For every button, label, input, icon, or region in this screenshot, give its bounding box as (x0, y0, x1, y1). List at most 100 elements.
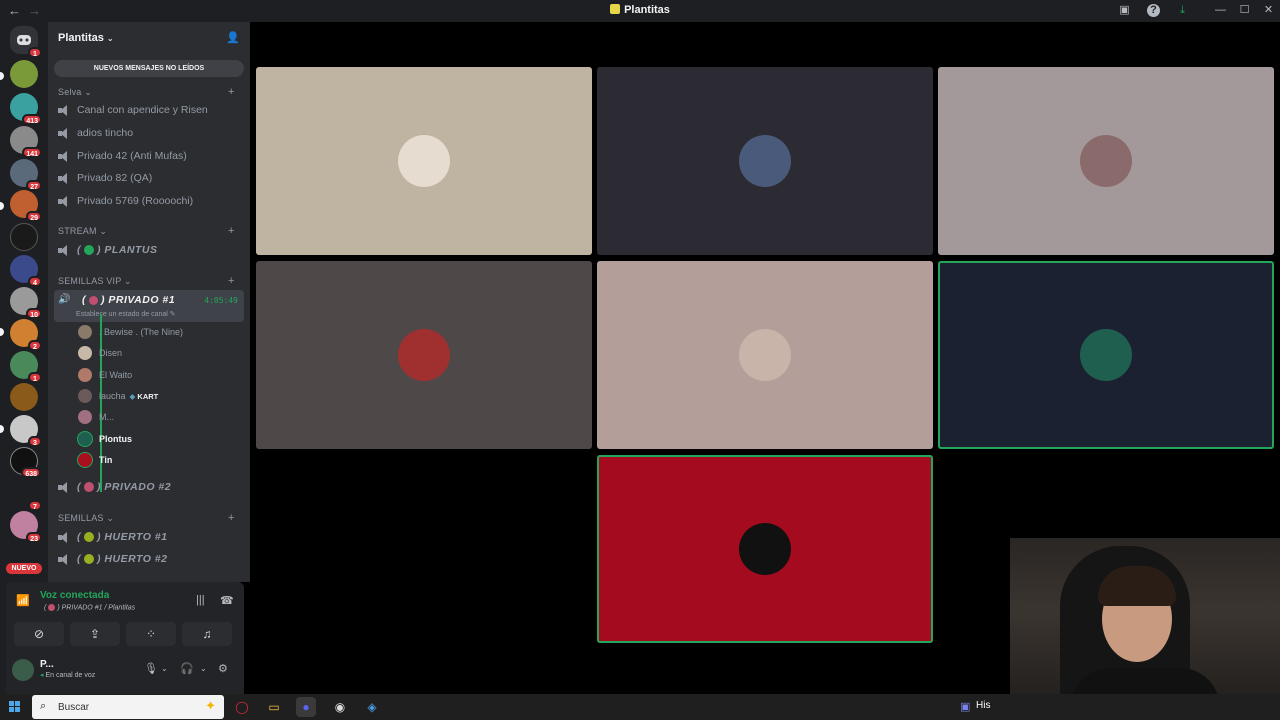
add-channel-icon[interactable]: + (228, 275, 235, 287)
channel-status[interactable]: Establece un estado de canal ✎ (76, 310, 176, 318)
new-badge[interactable]: NUEVO (6, 563, 42, 574)
maximize-icon[interactable]: ☐ (1238, 4, 1251, 17)
disconnect-icon[interactable]: ☎ (220, 594, 234, 607)
video-tile[interactable] (256, 261, 592, 449)
voice-member[interactable]: Tin (78, 451, 112, 469)
signal-icon[interactable]: 📶 (16, 594, 30, 607)
voice-channel-huerto1[interactable]: () HUERTO #1 (58, 527, 244, 547)
opera-icon[interactable]: ◯ (232, 697, 252, 717)
server-icon[interactable]: 3 (10, 415, 42, 447)
add-channel-icon[interactable]: + (228, 512, 235, 524)
server-icon[interactable]: 2 (10, 319, 42, 351)
username[interactable]: P... (40, 659, 54, 670)
microphone-icon[interactable]: 🎙 (144, 662, 158, 675)
category-label: Selva (58, 87, 82, 97)
noise-suppression-icon[interactable]: ||| (196, 594, 205, 606)
unread-messages-banner[interactable]: NUEVOS MENSAJES NO LEÍDOS (54, 60, 244, 77)
category-stream[interactable]: STREAM ⌄ + (58, 225, 234, 237)
call-timer: 4:05:49 (204, 296, 238, 305)
home-button[interactable]: 1 (10, 26, 42, 58)
video-tile[interactable] (597, 67, 933, 255)
server-icon[interactable]: 413 (10, 93, 42, 125)
active-voice-channel[interactable]: 🔊 () PRIVADO #1 4:05:49 Establece un est… (54, 290, 244, 322)
server-icon[interactable] (10, 223, 38, 251)
camera-off-button[interactable]: ⊘ (14, 622, 64, 646)
speaker-icon (58, 172, 70, 184)
add-channel-icon[interactable]: + (228, 225, 235, 237)
share-screen-button[interactable]: ⇪ (70, 622, 120, 646)
settings-gear-icon[interactable]: ⚙ (218, 662, 228, 675)
taskbar-search[interactable]: ⌕ Buscar ✦ (32, 695, 224, 719)
voice-member[interactable]: El Waito (78, 366, 132, 384)
server-icon[interactable] (10, 383, 38, 411)
voice-location[interactable]: () PRIVADO #1 / Plantitas (44, 604, 135, 611)
windows-start-icon[interactable] (9, 701, 21, 713)
participant-avatar (398, 135, 450, 187)
server-icon[interactable]: 23 (10, 511, 42, 543)
voice-channel[interactable]: Privado 42 (Anti Mufas) (58, 146, 244, 166)
server-icon[interactable]: 27 (10, 159, 42, 191)
voice-channel-plantus[interactable]: () PLANTUS (58, 240, 244, 260)
voice-member[interactable]: Disen (78, 344, 122, 362)
notification-badge: 638 (21, 467, 41, 478)
server-logo-icon (610, 4, 621, 14)
discord-taskbar-icon[interactable]: ● (296, 697, 316, 717)
voice-channel[interactable]: Privado 82 (QA) (58, 168, 244, 188)
window-title: Plantitas (0, 4, 1280, 16)
minimize-icon[interactable]: — (1214, 4, 1227, 17)
server-icon[interactable]: 638 (10, 447, 41, 478)
video-tile-speaking[interactable] (938, 261, 1274, 449)
avatar[interactable] (12, 659, 34, 681)
file-explorer-icon[interactable]: ▭ (264, 697, 284, 717)
close-icon[interactable]: ✕ (1262, 4, 1275, 17)
steam-icon[interactable]: ◈ (362, 697, 382, 717)
category-selva[interactable]: Selva ⌄ + (58, 86, 234, 98)
voice-channel[interactable]: Privado 5769 (Roooochi) (58, 191, 244, 211)
voice-channel-privado2[interactable]: () PRIVADO #2 (58, 477, 244, 497)
avatar (78, 325, 92, 339)
voice-member-self[interactable]: Plontus (78, 430, 132, 448)
server-icon[interactable]: 141 (10, 126, 42, 158)
notification-badge: 3 (28, 436, 42, 447)
participant-avatar (739, 329, 791, 381)
voice-member[interactable]: M... (78, 408, 114, 426)
notification-badge: 4 (28, 276, 42, 287)
teams-icon[interactable]: ▣ (960, 700, 970, 713)
video-tile[interactable] (938, 67, 1274, 255)
activities-button[interactable]: ⁘ (126, 622, 176, 646)
video-tile[interactable] (597, 261, 933, 449)
voice-channel[interactable]: adios tincho (58, 123, 244, 143)
video-tile-speaking[interactable] (597, 455, 933, 643)
notification-badge: 1 (28, 47, 42, 58)
voice-channel[interactable]: Canal con apendice y Risen (58, 100, 244, 120)
voice-member[interactable]: . Bewise . (The Nine) (78, 323, 183, 341)
server-icon[interactable]: 4 (10, 255, 42, 287)
channel-sidebar: Plantitas ⌄ 👤 NUEVOS MENSAJES NO LEÍDOS … (48, 22, 250, 582)
category-semillas[interactable]: SEMILLAS ⌄ + (58, 512, 234, 524)
server-icon[interactable]: 7 (10, 479, 42, 511)
chevron-down-icon[interactable]: ⌄ (200, 664, 207, 673)
participant-avatar (739, 135, 791, 187)
chevron-down-icon[interactable]: ⌄ (161, 664, 168, 673)
inbox-icon[interactable]: ▣ (1118, 4, 1131, 17)
notification-badge: 413 (22, 114, 42, 125)
soundboard-button[interactable]: ♫ (182, 622, 232, 646)
download-icon[interactable]: ⤓ (1176, 4, 1189, 17)
headphones-icon[interactable]: 🎧 (180, 662, 194, 675)
voice-channel-huerto2[interactable]: () HUERTO #2 (58, 549, 244, 569)
server-icon[interactable]: 29 (10, 190, 42, 222)
voice-member[interactable]: laucha ◆ KART (78, 387, 158, 405)
speaker-small-icon: ◂ (40, 672, 44, 679)
server-icon[interactable]: 1 (10, 351, 42, 383)
category-semillas-vip[interactable]: SEMILLAS VIP ⌄ + (58, 275, 234, 287)
voice-status[interactable]: Voz conectada (40, 590, 109, 601)
guild-header[interactable]: Plantitas ⌄ 👤 (48, 22, 250, 54)
app-icon[interactable]: ◉ (330, 697, 350, 717)
server-icon[interactable]: 10 (10, 287, 42, 319)
add-member-icon[interactable]: 👤 (226, 31, 240, 44)
taskbar-app-label[interactable]: His (976, 700, 990, 711)
server-icon[interactable] (10, 60, 38, 88)
add-channel-icon[interactable]: + (228, 86, 235, 98)
help-icon[interactable]: ? (1147, 4, 1160, 17)
video-tile[interactable] (256, 67, 592, 255)
